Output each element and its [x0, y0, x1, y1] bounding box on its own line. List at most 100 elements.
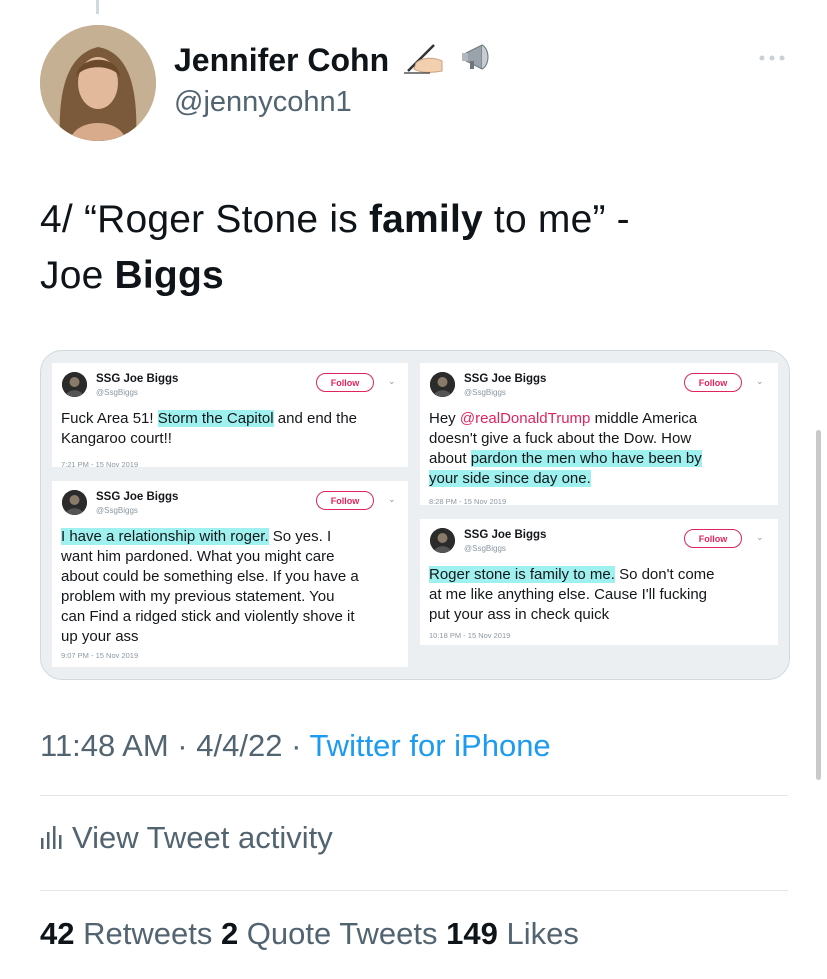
likes-count: 149	[446, 916, 498, 951]
embedded-handle: @SsgBiggs	[96, 388, 138, 397]
embedded-display-name: SSG Joe Biggs	[464, 529, 547, 541]
embedded-tweet-line: Kangaroo court!!	[61, 429, 357, 449]
embedded-tweet-line: doesn't give a fuck about the Dow. How	[429, 429, 702, 449]
embedded-text-segment: Kangaroo court!!	[61, 430, 172, 447]
likes-stat[interactable]: 149 Likes	[446, 916, 579, 951]
embedded-tweet-line: about could be something else. If you ha…	[61, 567, 359, 587]
embedded-tweet-card: SSG Joe Biggs @SsgBiggs Follow ⌄ I have a re…	[52, 481, 408, 667]
embedded-tweet-text: Roger stone is family to me. So don't co…	[429, 565, 715, 625]
chevron-down-icon: ⌄	[388, 494, 396, 504]
embedded-tweet-line: your side since day one.	[429, 469, 702, 489]
embedded-timestamp: 10:18 PM - 15 Nov 2019	[429, 631, 511, 640]
embedded-display-name: SSG Joe Biggs	[96, 491, 179, 503]
embedded-text-segment: at me like anything else. Cause I'll fuc…	[429, 586, 708, 603]
embedded-tweet-text: Fuck Area 51! Storm the Capitol and end …	[61, 409, 357, 449]
author-block: Jennifer Cohn	[174, 40, 500, 80]
more-icon[interactable]	[752, 46, 792, 70]
quote-tweets-stat[interactable]: 2 Quote Tweets	[221, 916, 446, 951]
highlighted-text: I have a relationship with roger.	[61, 528, 269, 545]
tweet-text: 4/ “Roger Stone is family to me” - Joe B…	[40, 192, 790, 304]
thread-connector-line	[96, 0, 99, 14]
tweet-time[interactable]: 11:48 AM	[40, 728, 169, 763]
embedded-text-segment: can Find a ridged stick and violently sh…	[61, 608, 355, 625]
embedded-tweet-line: at me like anything else. Cause I'll fuc…	[429, 585, 715, 605]
embedded-text-segment: put your ass in check quick	[429, 606, 610, 623]
scrollbar[interactable]	[816, 430, 821, 780]
chevron-down-icon: ⌄	[756, 532, 764, 542]
highlighted-text: Roger stone is family to me.	[429, 566, 615, 583]
tweet-source-link[interactable]: Twitter for iPhone	[309, 728, 550, 763]
embedded-tweet-line: about pardon the men who have been by	[429, 449, 702, 469]
tweet-text-part: 4/ “Roger Stone is	[40, 198, 369, 241]
embedded-text-segment: middle America	[590, 410, 698, 427]
embedded-follow-button: Follow	[684, 373, 742, 392]
mention-link: @realDonaldTrump	[459, 410, 591, 427]
embedded-tweet-line: Roger stone is family to me. So don't co…	[429, 565, 715, 585]
embedded-text-segment: want him pardoned. What you might care	[61, 548, 335, 565]
chevron-down-icon: ⌄	[756, 376, 764, 386]
embedded-text-segment: doesn't give a fuck about the Dow. How	[429, 430, 692, 447]
avatar[interactable]	[40, 25, 156, 141]
tweet-date[interactable]: 4/4/22	[196, 728, 282, 763]
meta-separator: ·	[168, 728, 197, 763]
embedded-tweet-text: I have a relationship with roger. So yes…	[61, 527, 359, 647]
embedded-tweet-line: put your ass in check quick	[429, 605, 715, 625]
highlighted-text: Storm the Capitol	[157, 410, 274, 427]
embedded-tweet-line: up your ass	[61, 627, 359, 647]
embedded-tweet-line: want him pardoned. What you might care	[61, 547, 359, 567]
activity-bars-icon	[40, 822, 62, 858]
tweet-text-bold: Biggs	[114, 254, 224, 297]
chevron-down-icon: ⌄	[388, 376, 396, 386]
embedded-display-name: SSG Joe Biggs	[96, 373, 179, 385]
embedded-timestamp: 8:28 PM - 15 Nov 2019	[429, 497, 507, 506]
embedded-text-segment: about	[429, 450, 471, 467]
embedded-tweet-card: SSG Joe Biggs @SsgBiggs Follow ⌄ Fuck Area 5…	[52, 363, 408, 469]
embedded-tweet-line: Hey @realDonaldTrump middle America	[429, 409, 702, 429]
embedded-text-segment: up your ass	[61, 628, 139, 645]
embedded-tweet-line: problem with my previous statement. You	[61, 587, 359, 607]
embedded-text-segment: about could be something else. If you ha…	[61, 568, 359, 585]
tweet-media-image[interactable]: SSG Joe Biggs @SsgBiggs Follow ⌄ Fuck Area 5…	[40, 350, 790, 680]
embedded-avatar	[62, 372, 87, 397]
embedded-text-segment: problem with my previous statement. You	[61, 588, 335, 605]
embedded-text-segment: and end the	[273, 410, 358, 427]
retweets-label: Retweets	[74, 916, 221, 951]
divider	[40, 890, 788, 891]
embedded-tweet-card: SSG Joe Biggs @SsgBiggs Follow ⌄ Roger stone…	[420, 519, 778, 645]
embedded-tweet-line: can Find a ridged stick and violently sh…	[61, 607, 359, 627]
megaphone-icon	[460, 41, 500, 80]
quote-tweets-count: 2	[220, 916, 239, 951]
embedded-display-name: SSG Joe Biggs	[464, 373, 547, 385]
quote-tweets-label: Quote Tweets	[238, 916, 447, 951]
embedded-avatar	[430, 372, 455, 397]
embedded-timestamp: 9:07 PM - 15 Nov 2019	[61, 651, 139, 660]
display-name[interactable]: Jennifer Cohn	[174, 40, 389, 80]
embedded-follow-button: Follow	[316, 373, 374, 392]
embedded-avatar	[430, 528, 455, 553]
tweet-text-line-2: Joe Biggs	[40, 248, 790, 304]
likes-label: Likes	[497, 916, 579, 951]
view-tweet-activity-button[interactable]: View Tweet activity	[40, 820, 333, 858]
embedded-text-segment: So don't come	[614, 566, 715, 583]
tweet-text-bold: family	[368, 198, 483, 241]
embedded-avatar	[62, 490, 87, 515]
embedded-tweet-line: I have a relationship with roger. So yes…	[61, 527, 359, 547]
highlighted-text: pardon the men who have been by	[470, 450, 702, 467]
tweet-stats: 42 Retweets 2 Quote Tweets 149 Likes	[40, 916, 579, 952]
retweets-count: 42	[40, 916, 75, 951]
tweet-text-part: Joe	[40, 254, 115, 297]
avatar-photo	[40, 25, 156, 141]
divider	[40, 795, 788, 796]
embedded-handle: @SsgBiggs	[464, 388, 506, 397]
embedded-follow-button: Follow	[684, 529, 742, 548]
retweets-stat[interactable]: 42 Retweets	[40, 916, 221, 951]
tweet-meta: 11:48 AM · 4/4/22 · Twitter for iPhone	[40, 728, 551, 764]
meta-separator: ·	[282, 728, 310, 763]
embedded-handle: @SsgBiggs	[464, 544, 506, 553]
user-handle[interactable]: @jennycohn1	[174, 86, 352, 119]
writing-hand-icon	[402, 41, 448, 80]
embedded-tweet-line: Fuck Area 51! Storm the Capitol and end …	[61, 409, 357, 429]
tweet-text-part: to me” -	[482, 198, 630, 241]
embedded-follow-button: Follow	[316, 491, 374, 510]
tweet-text-line-1: 4/ “Roger Stone is family to me” -	[40, 192, 790, 248]
